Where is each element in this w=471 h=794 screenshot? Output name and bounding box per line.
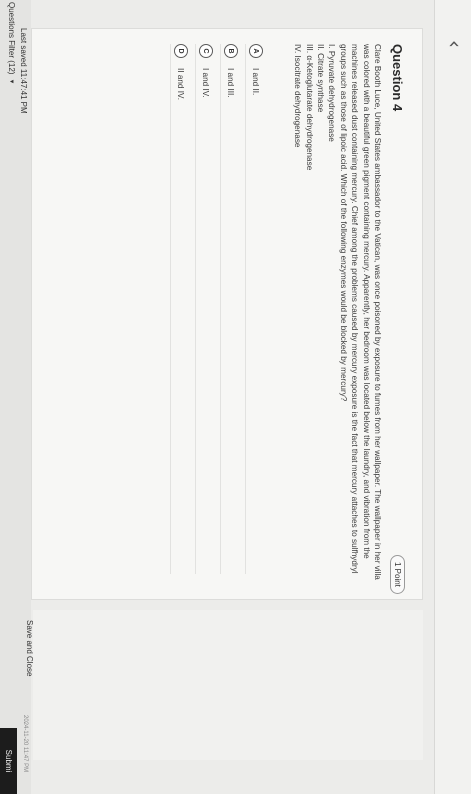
list-item: I. Pyruvate dehydrogenase: [327, 44, 337, 142]
option-text[interactable]: I and II.: [252, 68, 261, 95]
option-letter-circle[interactable]: D: [174, 44, 188, 58]
right-panel: [33, 610, 423, 760]
option-text[interactable]: I and IV.: [202, 68, 211, 98]
option-text[interactable]: II and IV.: [177, 68, 186, 100]
option-d[interactable]: D II and IV.: [170, 44, 191, 574]
option-letter-circle[interactable]: C: [199, 44, 213, 58]
system-timestamp: 2024-11-20 11:47 PM: [22, 715, 28, 773]
question-title: Question 4: [390, 44, 405, 112]
dropdown-arrow-icon[interactable]: ▼: [9, 78, 15, 84]
questions-filter-dropdown[interactable]: Questions Filter (12) ▼: [7, 2, 16, 84]
option-letter-circle[interactable]: A: [249, 44, 263, 58]
enzyme-list: I. Pyruvate dehydrogenase II. Citrate sy…: [292, 44, 338, 589]
option-letter-circle[interactable]: B: [224, 44, 238, 58]
chevron-left-icon[interactable]: ‹: [443, 40, 467, 48]
exam-screen: ‹ Question 4 1 Point Clare Booth Luce, U…: [0, 0, 471, 794]
filter-label[interactable]: Questions Filter (12): [7, 2, 16, 74]
save-and-close-button[interactable]: Save and Close: [25, 620, 34, 676]
option-a[interactable]: A I and II.: [245, 44, 266, 574]
submit-button[interactable]: Submi: [0, 728, 17, 794]
points-badge: 1 Point: [390, 555, 405, 594]
answer-options: A I and II. B I and III. C I and IV. D I…: [166, 44, 266, 574]
option-text[interactable]: I and III.: [227, 68, 236, 98]
list-item: II. Citrate synthase: [315, 44, 325, 113]
last-saved-status: Last saved 11:47:41 PM: [19, 28, 28, 114]
stem-text: Clare Booth Luce, United States ambassad…: [338, 44, 382, 580]
top-bar: ‹: [434, 0, 471, 794]
list-item: III. α-Ketoglutarate dehydrogenase: [304, 44, 314, 171]
question-stem: Clare Booth Luce, United States ambassad…: [292, 44, 383, 589]
option-b[interactable]: B I and III.: [220, 44, 241, 574]
list-item: IV. Isocitrate dehydrogenase: [293, 44, 303, 148]
option-c[interactable]: C I and IV.: [195, 44, 216, 574]
